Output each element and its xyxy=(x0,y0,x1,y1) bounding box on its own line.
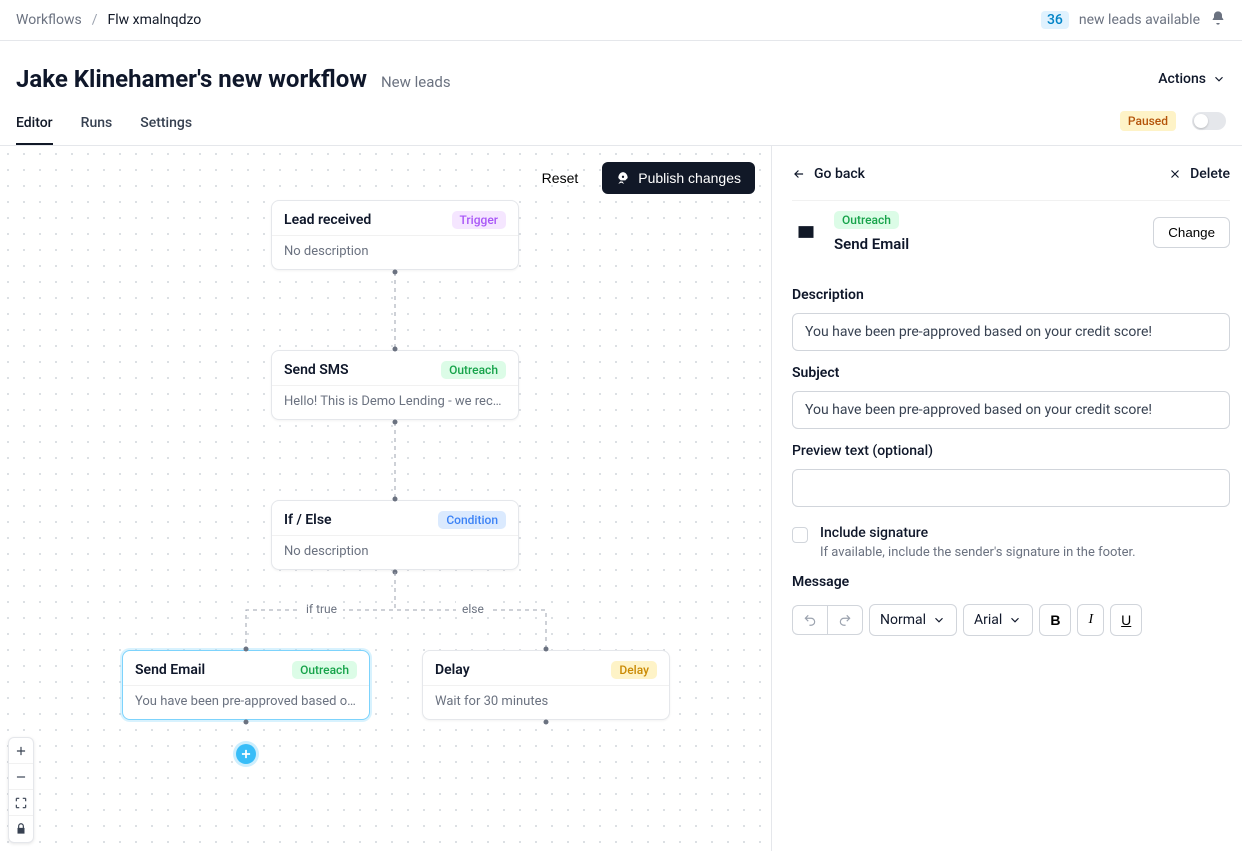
message-toolbar: Normal Arial B I U xyxy=(792,604,1230,636)
heading-select[interactable]: Normal xyxy=(869,604,957,636)
workflow-active-toggle[interactable] xyxy=(1192,112,1226,130)
reset-button[interactable]: Reset xyxy=(528,162,593,194)
node-title: Delay xyxy=(435,662,470,678)
node-title: Lead received xyxy=(284,212,371,228)
leads-text: new leads available xyxy=(1079,12,1200,28)
subject-input[interactable] xyxy=(792,391,1230,429)
font-select[interactable]: Arial xyxy=(963,604,1033,636)
status-badge: Paused xyxy=(1120,111,1176,131)
node-description: Wait for 30 minutes xyxy=(435,694,657,709)
breadcrumb-root[interactable]: Workflows xyxy=(16,12,82,28)
preview-input[interactable] xyxy=(792,469,1230,507)
rocket-icon xyxy=(616,171,630,185)
message-label: Message xyxy=(792,574,1230,590)
change-step-button[interactable]: Change xyxy=(1153,217,1230,248)
node-delay[interactable]: Delay Delay Wait for 30 minutes xyxy=(422,650,670,720)
include-signature-label: Include signature xyxy=(820,525,1136,541)
envelope-icon xyxy=(792,218,820,246)
node-badge: Condition xyxy=(438,511,506,529)
delete-button[interactable]: Delete xyxy=(1168,166,1230,182)
fit-view-button[interactable] xyxy=(9,790,33,816)
underline-button[interactable]: U xyxy=(1110,604,1142,636)
chevron-down-icon xyxy=(1008,613,1022,627)
node-trigger[interactable]: Lead received Trigger No description xyxy=(271,200,519,270)
chevron-down-icon xyxy=(932,613,946,627)
arrow-left-icon xyxy=(792,167,806,181)
node-title: If / Else xyxy=(284,512,332,528)
bold-button[interactable]: B xyxy=(1039,604,1071,636)
node-send-email[interactable]: Send Email Outreach You have been pre-ap… xyxy=(122,650,370,720)
node-description: Hello! This is Demo Lending - we recei..… xyxy=(284,394,506,409)
leads-count-badge[interactable]: 36 xyxy=(1041,11,1069,29)
node-condition[interactable]: If / Else Condition No description xyxy=(271,500,519,570)
description-input[interactable] xyxy=(792,313,1230,351)
italic-button[interactable]: I xyxy=(1077,604,1104,636)
zoom-out-button[interactable] xyxy=(9,764,33,790)
node-badge: Trigger xyxy=(452,211,506,229)
node-description: No description xyxy=(284,544,506,559)
chevron-down-icon xyxy=(1212,72,1226,86)
breadcrumb-current: Flw xmalnqdzo xyxy=(108,12,202,28)
edge-label-if-true: if true xyxy=(300,601,343,617)
notifications-icon[interactable] xyxy=(1210,10,1226,30)
lock-button[interactable] xyxy=(9,816,33,842)
page-title: Jake Klinehamer's new workflow xyxy=(16,65,367,93)
include-signature-checkbox[interactable] xyxy=(792,527,808,543)
go-back-button[interactable]: Go back xyxy=(792,166,865,182)
node-badge: Outreach xyxy=(441,361,506,379)
close-icon xyxy=(1168,167,1182,181)
redo-button[interactable] xyxy=(827,605,863,635)
redo-icon xyxy=(838,613,852,627)
node-send-sms[interactable]: Send SMS Outreach Hello! This is Demo Le… xyxy=(271,350,519,420)
plus-icon xyxy=(14,744,28,758)
lock-icon xyxy=(14,822,28,836)
description-label: Description xyxy=(792,287,1230,303)
undo-icon xyxy=(803,613,817,627)
breadcrumb: Workflows / Flw xmalnqdzo xyxy=(16,12,201,28)
actions-menu[interactable]: Actions xyxy=(1158,71,1226,87)
preview-label: Preview text (optional) xyxy=(792,443,1230,459)
include-signature-help: If available, include the sender's signa… xyxy=(820,545,1136,560)
step-name: Send Email xyxy=(834,235,909,253)
node-description: You have been pre-approved based on... xyxy=(135,694,357,709)
minus-icon xyxy=(14,770,28,784)
breadcrumb-separator: / xyxy=(92,12,98,28)
node-title: Send Email xyxy=(135,662,205,678)
add-step-button[interactable] xyxy=(236,744,256,764)
tab-runs[interactable]: Runs xyxy=(81,105,113,145)
node-title: Send SMS xyxy=(284,362,349,378)
expand-icon xyxy=(14,796,28,810)
subject-label: Subject xyxy=(792,365,1230,381)
step-badge: Outreach xyxy=(834,211,899,229)
tab-settings[interactable]: Settings xyxy=(140,105,192,145)
edge-label-else: else xyxy=(456,601,490,617)
workflow-canvas[interactable]: Reset Publish changes xyxy=(0,146,772,851)
undo-button[interactable] xyxy=(792,605,827,635)
page-subtitle: New leads xyxy=(381,73,451,91)
zoom-in-button[interactable] xyxy=(9,738,33,764)
publish-button[interactable]: Publish changes xyxy=(602,162,755,194)
node-description: No description xyxy=(284,244,506,259)
plus-icon xyxy=(239,747,253,761)
node-badge: Outreach xyxy=(292,661,357,679)
node-badge: Delay xyxy=(611,661,657,679)
tab-editor[interactable]: Editor xyxy=(16,105,53,145)
